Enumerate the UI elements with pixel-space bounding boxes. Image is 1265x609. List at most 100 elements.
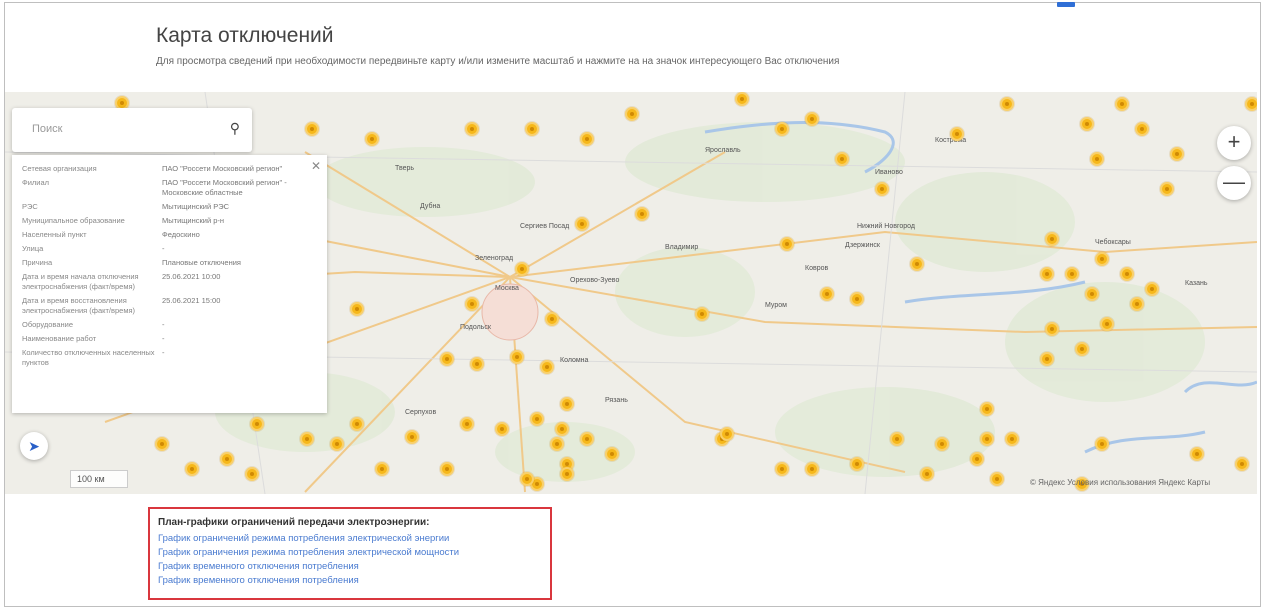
outage-marker[interactable]	[560, 397, 574, 411]
outage-marker[interactable]	[545, 312, 559, 326]
outage-marker[interactable]	[1000, 97, 1014, 111]
outage-marker[interactable]	[1120, 267, 1134, 281]
outage-marker[interactable]	[835, 152, 849, 166]
geolocation-button[interactable]: ➤	[20, 432, 48, 460]
outage-marker[interactable]	[890, 432, 904, 446]
outage-marker[interactable]	[780, 237, 794, 251]
outage-marker[interactable]	[1085, 287, 1099, 301]
outage-marker[interactable]	[465, 122, 479, 136]
outage-marker[interactable]	[470, 357, 484, 371]
outage-marker[interactable]	[1160, 182, 1174, 196]
outage-marker[interactable]	[605, 447, 619, 461]
outage-marker[interactable]	[465, 297, 479, 311]
outage-marker[interactable]	[1235, 457, 1249, 471]
outage-marker[interactable]	[575, 217, 589, 231]
outage-marker[interactable]	[350, 417, 364, 431]
outage-marker[interactable]	[1130, 297, 1144, 311]
info-row: Филиал ПАО "Россети Московский регион" - …	[20, 177, 305, 201]
outage-marker[interactable]	[250, 417, 264, 431]
outage-marker[interactable]	[720, 427, 734, 441]
outage-marker[interactable]	[1075, 342, 1089, 356]
outage-marker[interactable]	[850, 457, 864, 471]
outage-marker[interactable]	[580, 132, 594, 146]
outage-marker[interactable]	[980, 402, 994, 416]
outage-marker[interactable]	[1145, 282, 1159, 296]
outage-marker[interactable]	[365, 132, 379, 146]
outage-marker[interactable]	[970, 452, 984, 466]
outage-marker[interactable]	[1090, 152, 1104, 166]
outage-marker[interactable]	[440, 352, 454, 366]
outage-marker[interactable]	[1190, 447, 1204, 461]
outage-marker[interactable]	[1135, 122, 1149, 136]
outage-marker[interactable]	[580, 432, 594, 446]
outage-marker[interactable]	[300, 432, 314, 446]
outage-marker[interactable]	[555, 422, 569, 436]
label-murom: Муром	[765, 302, 787, 309]
outage-marker[interactable]	[550, 437, 564, 451]
outage-marker[interactable]	[1065, 267, 1079, 281]
outage-marker[interactable]	[245, 467, 259, 481]
outage-marker[interactable]	[695, 307, 709, 321]
outage-marker[interactable]	[1170, 147, 1184, 161]
outage-marker[interactable]	[1095, 252, 1109, 266]
outage-marker[interactable]	[775, 122, 789, 136]
map-search-box[interactable]: Поиск ⚲	[12, 108, 252, 152]
outage-marker[interactable]	[820, 287, 834, 301]
outage-marker[interactable]	[910, 257, 924, 271]
outage-marker[interactable]	[1040, 352, 1054, 366]
outage-marker[interactable]	[460, 417, 474, 431]
outage-marker[interactable]	[405, 430, 419, 444]
schedule-link-temporary-2[interactable]: График временного отключения потребления	[158, 574, 542, 588]
outage-marker[interactable]	[515, 262, 529, 276]
info-key: Дата и время начала отключения электросн…	[22, 272, 139, 291]
outage-marker[interactable]	[540, 360, 554, 374]
outage-marker[interactable]	[155, 437, 169, 451]
outage-marker[interactable]	[305, 122, 319, 136]
outage-marker[interactable]	[1245, 97, 1257, 111]
map-attribution[interactable]: © Яндекс Условия использования Яндекс Ка…	[1030, 478, 1210, 487]
schedule-link-temporary[interactable]: График временного отключения потребления	[158, 560, 542, 574]
outage-marker[interactable]	[495, 422, 509, 436]
outage-marker[interactable]	[440, 462, 454, 476]
outage-marker[interactable]	[1040, 267, 1054, 281]
schedule-link-energy[interactable]: График ограничений режима потребления эл…	[158, 532, 542, 546]
outage-marker[interactable]	[950, 127, 964, 141]
outage-marker[interactable]	[525, 122, 539, 136]
outage-marker[interactable]	[560, 467, 574, 481]
outage-marker[interactable]	[330, 437, 344, 451]
outage-marker[interactable]	[990, 472, 1004, 486]
search-input[interactable]: Поиск	[32, 123, 62, 135]
search-icon[interactable]: ⚲	[230, 120, 240, 137]
outage-marker[interactable]	[805, 112, 819, 126]
outage-marker[interactable]	[850, 292, 864, 306]
outage-marker[interactable]	[735, 92, 749, 106]
schedule-link-power[interactable]: График ограничения режима потребления эл…	[158, 546, 542, 560]
close-icon[interactable]: ✕	[311, 159, 321, 173]
outage-marker[interactable]	[635, 207, 649, 221]
outage-marker[interactable]	[530, 412, 544, 426]
outage-marker[interactable]	[520, 472, 534, 486]
zoom-in-button[interactable]: +	[1217, 126, 1251, 160]
outage-marker[interactable]	[775, 462, 789, 476]
outage-marker[interactable]	[1080, 117, 1094, 131]
label-vladimir: Владимир	[665, 244, 698, 251]
outage-marker[interactable]	[350, 302, 364, 316]
outage-marker[interactable]	[1100, 317, 1114, 331]
outage-marker[interactable]	[510, 350, 524, 364]
outage-marker[interactable]	[920, 467, 934, 481]
outage-marker[interactable]	[1095, 437, 1109, 451]
outage-marker[interactable]	[1005, 432, 1019, 446]
outage-marker[interactable]	[185, 462, 199, 476]
outage-marker[interactable]	[1115, 97, 1129, 111]
outage-marker[interactable]	[935, 437, 949, 451]
zoom-out-button[interactable]: —	[1217, 166, 1251, 200]
outage-marker[interactable]	[375, 462, 389, 476]
outage-marker[interactable]	[1045, 232, 1059, 246]
outage-marker[interactable]	[220, 452, 234, 466]
outage-marker[interactable]	[980, 432, 994, 446]
outage-marker[interactable]	[625, 107, 639, 121]
outage-marker[interactable]	[805, 462, 819, 476]
label-dubna: Дубна	[420, 202, 440, 210]
outage-marker[interactable]	[875, 182, 889, 196]
outage-marker[interactable]	[1045, 322, 1059, 336]
